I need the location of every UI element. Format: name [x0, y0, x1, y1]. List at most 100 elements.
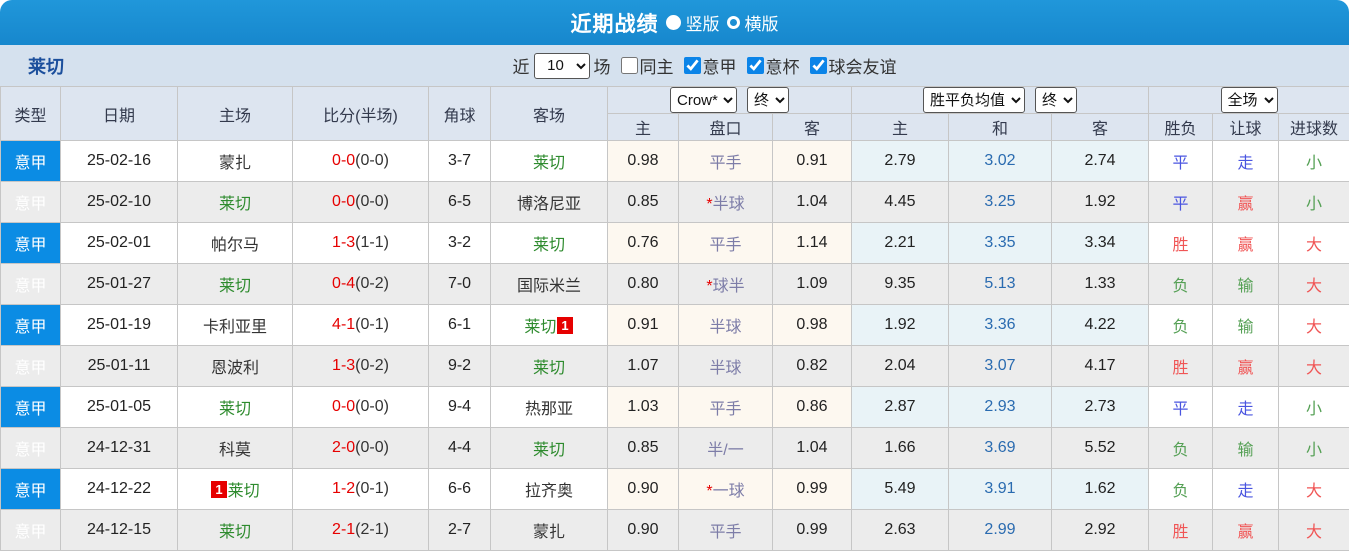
- away-team-cell: 博洛尼亚: [490, 181, 608, 223]
- italy-cup-checkbox[interactable]: [746, 57, 764, 74]
- corners-cell: 9-4: [428, 386, 491, 428]
- col-header-asian-handicap: 盘口: [678, 113, 773, 141]
- col-header-home: 主场: [177, 86, 293, 141]
- filter-club-friendly[interactable]: 球会友谊: [804, 53, 897, 78]
- result-scope-select[interactable]: 全场: [1220, 87, 1278, 113]
- match-row: 意甲 24-12-22 1 莱切 1-2(0-1) 6-6 拉齐奥 0.90 *一球 0.99 5.…: [0, 468, 1349, 510]
- europe-odds-source-select[interactable]: 胜平负均值: [923, 87, 1026, 113]
- radio-icon[interactable]: [726, 16, 740, 29]
- asian-away-odds-cell: 1.04: [772, 427, 852, 469]
- asian-handicap-cell: 平手: [678, 140, 773, 182]
- col-header-type: 类型: [0, 86, 61, 141]
- europe-away-odds-cell: 1.92: [1050, 181, 1150, 223]
- europe-home-odds-cell: 1.92: [851, 304, 949, 346]
- date-cell: 25-02-16: [60, 140, 178, 182]
- filter-same-home[interactable]: 同主: [615, 53, 674, 78]
- away-team-cell: 莱切: [490, 345, 608, 387]
- europe-away-odds-cell: 2.92: [1050, 509, 1150, 551]
- asian-home-odds-cell: 0.90: [607, 468, 679, 510]
- europe-home-odds-cell: 2.21: [851, 222, 949, 264]
- asian-away-odds-cell: 1.14: [772, 222, 852, 264]
- asian-home-odds-cell: 1.03: [607, 386, 679, 428]
- away-team-cell: 莱切: [490, 427, 608, 469]
- europe-away-odds-cell: 4.22: [1050, 304, 1150, 346]
- home-team-cell: 莱切: [177, 181, 293, 223]
- asian-home-odds-cell: 0.76: [607, 222, 679, 264]
- filter-serie-a[interactable]: 意甲: [678, 53, 737, 78]
- europe-home-odds-cell: 2.79: [851, 140, 949, 182]
- corners-cell: 4-4: [428, 427, 491, 469]
- handicap-result-cell: 赢: [1212, 222, 1280, 264]
- asian-odds-source-select[interactable]: Crow*: [670, 87, 737, 113]
- europe-odds-group-header: 胜平负均值 终: [850, 86, 1150, 114]
- layout-option-horizontal[interactable]: 横版: [726, 10, 779, 35]
- match-row: 意甲 25-02-10 莱切 0-0(0-0) 6-5 博洛尼亚 0.85 *半球 1.04 4.…: [0, 181, 1349, 223]
- asian-handicap-cell: 半球: [678, 304, 773, 346]
- col-header-handicap-result: 让球: [1212, 113, 1280, 141]
- europe-away-odds-cell: 1.33: [1050, 263, 1150, 305]
- goals-result-cell: 大: [1278, 222, 1349, 264]
- home-team-cell: 莱切: [177, 263, 293, 305]
- layout-option-vertical[interactable]: 竖版: [665, 10, 720, 35]
- away-team-cell: 莱切 1: [490, 304, 608, 346]
- club-friendly-checkbox[interactable]: [809, 57, 827, 74]
- europe-home-odds-cell: 9.35: [851, 263, 949, 305]
- away-team-cell: 莱切: [490, 140, 608, 182]
- same-home-checkbox[interactable]: [620, 57, 638, 74]
- goals-result-cell: 大: [1278, 263, 1349, 305]
- date-cell: 25-01-19: [60, 304, 178, 346]
- results-body: 意甲 25-02-16 蒙扎 0-0(0-0) 3-7 莱切 0.98 平手 0.91 2.79 3…: [0, 140, 1349, 551]
- goals-result-cell: 小: [1278, 427, 1349, 469]
- recent-count-select[interactable]: 10: [533, 52, 590, 79]
- europe-home-odds-cell: 2.87: [851, 386, 949, 428]
- col-header-europe-away: 客: [1050, 113, 1150, 141]
- match-row: 意甲 25-02-16 蒙扎 0-0(0-0) 3-7 莱切 0.98 平手 0.91 2.79 3…: [0, 140, 1349, 182]
- outcome-result-cell: 胜: [1148, 509, 1214, 551]
- asian-home-odds-cell: 0.85: [607, 181, 679, 223]
- radio-icon[interactable]: [665, 15, 681, 30]
- goals-result-cell: 小: [1278, 181, 1349, 223]
- europe-draw-odds-cell: 2.99: [948, 509, 1052, 551]
- league-cell: 意甲: [0, 263, 61, 305]
- asian-handicap-cell: 半球: [678, 345, 773, 387]
- match-row: 意甲 25-01-05 莱切 0-0(0-0) 9-4 热那亚 1.03 平手 0.86 2.87…: [0, 386, 1349, 428]
- league-cell: 意甲: [0, 181, 61, 223]
- league-cell: 意甲: [0, 386, 61, 428]
- goals-result-cell: 小: [1278, 140, 1349, 182]
- score-cell: 2-1(2-1): [292, 509, 429, 551]
- europe-draw-odds-cell: 5.13: [948, 263, 1052, 305]
- panel-title: 近期战绩: [570, 12, 659, 36]
- serie-a-checkbox[interactable]: [683, 57, 701, 74]
- home-team-cell: 莱切: [177, 386, 293, 428]
- asian-away-odds-cell: 1.04: [772, 181, 852, 223]
- league-cell: 意甲: [0, 427, 61, 469]
- europe-draw-odds-cell: 2.93: [948, 386, 1052, 428]
- results-table: 类型 日期 主场 比分(半场) 角球 客场 Crow* 终 胜平负均值 终 全场…: [0, 86, 1349, 551]
- outcome-result-cell: 平: [1148, 181, 1214, 223]
- handicap-result-cell: 赢: [1212, 345, 1280, 387]
- europe-draw-odds-cell: 3.35: [948, 222, 1052, 264]
- league-cell: 意甲: [0, 222, 61, 264]
- asian-away-odds-cell: 0.82: [772, 345, 852, 387]
- date-cell: 25-01-05: [60, 386, 178, 428]
- asian-home-odds-cell: 0.80: [607, 263, 679, 305]
- result-group-header: 全场: [1148, 86, 1349, 114]
- outcome-result-cell: 负: [1148, 427, 1214, 469]
- col-header-score: 比分(半场): [292, 86, 429, 141]
- league-cell: 意甲: [0, 304, 61, 346]
- europe-away-odds-cell: 3.34: [1050, 222, 1150, 264]
- filter-italy-cup[interactable]: 意杯: [741, 53, 800, 78]
- col-header-outcome: 胜负: [1148, 113, 1214, 141]
- date-cell: 24-12-15: [60, 509, 178, 551]
- europe-odds-time-select[interactable]: 终: [1035, 87, 1078, 113]
- asian-away-odds-cell: 0.99: [772, 468, 852, 510]
- asian-odds-time-select[interactable]: 终: [747, 87, 789, 113]
- col-header-asian-away: 客: [772, 113, 852, 141]
- asian-away-odds-cell: 0.98: [772, 304, 852, 346]
- corners-cell: 6-5: [428, 181, 491, 223]
- score-cell: 0-0(0-0): [292, 140, 429, 182]
- handicap-result-cell: 走: [1212, 386, 1280, 428]
- europe-away-odds-cell: 1.62: [1050, 468, 1150, 510]
- asian-away-odds-cell: 0.99: [772, 509, 852, 551]
- col-header-asian-home: 主: [607, 113, 679, 141]
